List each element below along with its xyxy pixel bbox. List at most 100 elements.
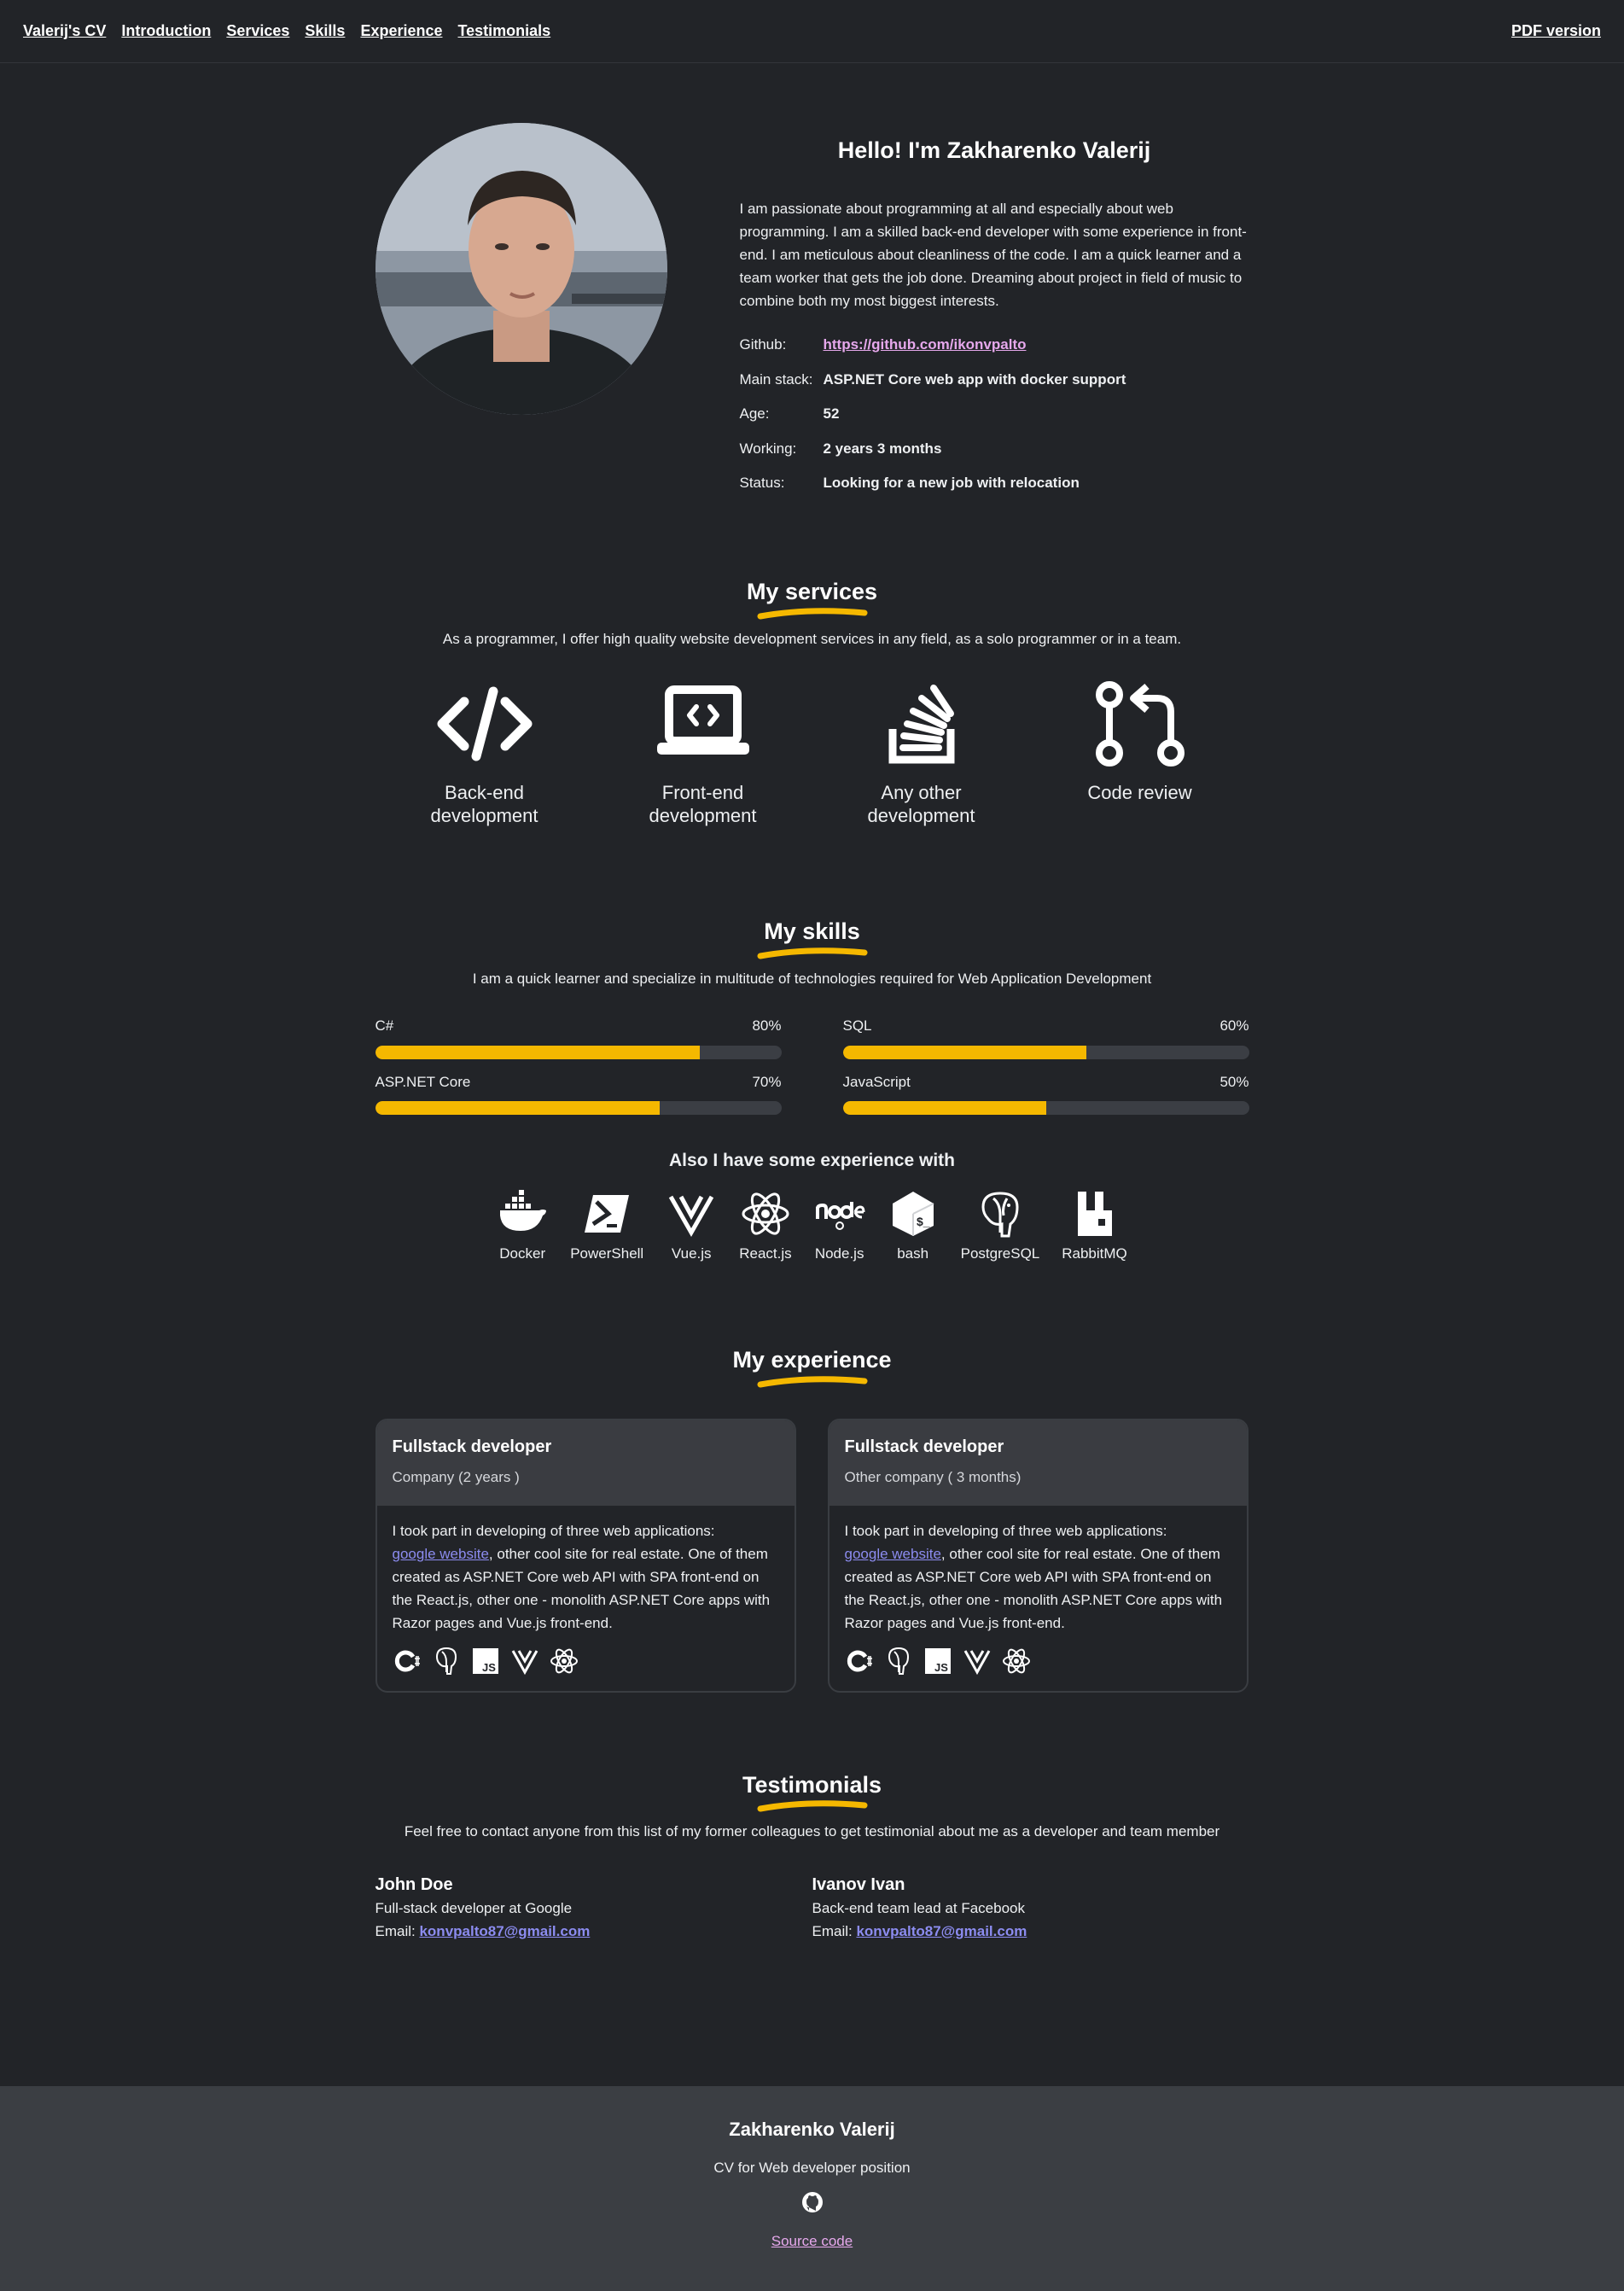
introduction-section: Hello! I'm Zakharenko Valerij I am passi… <box>375 63 1249 500</box>
service-label: Back-end development <box>430 782 538 826</box>
nav-link-testimonials[interactable]: Testimonials <box>458 20 551 43</box>
skill-sql: SQL 60% <box>842 1015 1249 1059</box>
source-code-link[interactable]: Source code <box>771 2233 853 2249</box>
person-role: Full-stack developer at Google <box>375 1899 573 1916</box>
tech-list: Docker PowerShell Vue.js React.js Node.j… <box>375 1189 1249 1265</box>
skill-name: JavaScript <box>842 1073 911 1090</box>
job-description: I took part in developing of three web a… <box>392 1522 771 1631</box>
services-subtitle: As a programmer, I offer high quality we… <box>442 630 1182 647</box>
skill-percent: 70% <box>752 1073 782 1090</box>
fact-status: Status: Looking for a new job with reloc… <box>740 466 1249 501</box>
skill-name: ASP.NET Core <box>375 1073 471 1090</box>
company-duration: Other company ( 3 months) <box>844 1468 1022 1485</box>
job-description: I took part in developing of three web a… <box>844 1522 1223 1631</box>
skill-bar <box>375 1101 782 1115</box>
vuejs-icon <box>963 1649 990 1675</box>
email-link[interactable]: konvpalto87@gmail.com <box>856 1923 1027 1939</box>
services-title: My services <box>746 579 878 604</box>
svg-text:$_: $_ <box>917 1215 930 1228</box>
nav-brand-link[interactable]: Valerij's CV <box>23 20 106 43</box>
skill-bars: C# 80% SQL 60% ASP.NET Core 70% JavaScript 5… <box>375 1015 1249 1115</box>
skill-percent: 80% <box>752 1017 782 1034</box>
rabbitmq-icon <box>1077 1191 1112 1236</box>
csharp-icon <box>847 1650 872 1671</box>
service-label: Any other development <box>867 782 975 826</box>
service-code-review: Code review <box>1031 679 1249 827</box>
experience-section: My experience Fullstack developer Compan… <box>375 1343 1249 1693</box>
tech-vuejs: Vue.js <box>666 1190 717 1265</box>
skill-bar-fill <box>375 1045 701 1059</box>
react-icon <box>742 1192 789 1235</box>
google-website-link[interactable]: google website <box>393 1546 489 1562</box>
skill-bar-fill <box>842 1101 1046 1115</box>
vuejs-icon <box>669 1195 714 1237</box>
skill-bar <box>842 1101 1249 1115</box>
git-pull-request-icon <box>1095 681 1185 767</box>
skill-bar <box>842 1045 1249 1059</box>
profile-photo <box>375 123 667 415</box>
card-body: I took part in developing of three web a… <box>377 1506 795 1691</box>
nav-link-services[interactable]: Services <box>226 20 289 43</box>
card-body: I took part in developing of three web a… <box>829 1506 1247 1691</box>
skill-javascript: JavaScript 50% <box>842 1071 1249 1115</box>
nav-link-introduction[interactable]: Introduction <box>121 20 211 43</box>
card-header: Fullstack developer Other company ( 3 mo… <box>829 1419 1247 1506</box>
skill-csharp: C# 80% <box>375 1015 782 1059</box>
footer: Zakharenko Valerij CV for Web developer … <box>0 2086 1624 2291</box>
card-header: Fullstack developer Company (2 years ) <box>376 1419 795 1506</box>
google-website-link[interactable]: google website <box>845 1546 941 1562</box>
intro-info: Hello! I'm Zakharenko Valerij I am passi… <box>740 123 1249 500</box>
tech-nodejs: Node.js <box>814 1190 865 1265</box>
pdf-version-link[interactable]: PDF version <box>1511 20 1601 43</box>
tech-label: Vue.js <box>671 1245 712 1262</box>
postgresql-icon <box>981 1191 1019 1237</box>
skill-bar-fill <box>842 1045 1087 1059</box>
person-email: Email: konvpalto87@gmail.com <box>812 1922 1027 1939</box>
experience-card: Fullstack developer Company (2 years ) I… <box>375 1418 796 1693</box>
tech-label: PostgreSQL <box>960 1245 1040 1262</box>
skill-bar-fill <box>375 1101 660 1115</box>
fact-label: Status: <box>739 475 785 491</box>
person-name: Ivanov Ivan <box>812 1874 905 1894</box>
powershell-icon <box>585 1194 630 1233</box>
top-nav: Valerij's CV Introduction Services Skill… <box>0 0 1624 63</box>
github-link[interactable]: https://github.com/ikonvpalto <box>824 336 1027 353</box>
react-icon <box>550 1648 578 1673</box>
services-list: Back-end development Front-end development… <box>375 679 1249 827</box>
footer-github[interactable] <box>0 2191 1624 2220</box>
service-frontend: Front-end development <box>594 679 812 827</box>
nav-links: Valerij's CV Introduction Services Skill… <box>23 20 550 43</box>
skill-percent: 60% <box>1219 1017 1249 1034</box>
fact-label: Working: <box>739 440 797 457</box>
fact-value: 2 years 3 months <box>823 440 942 457</box>
code-icon <box>437 686 532 761</box>
tech-label: RabbitMQ <box>1062 1245 1127 1262</box>
stack-overflow-icon <box>888 685 954 764</box>
tech-label: PowerShell <box>570 1245 644 1262</box>
skills-title: My skills <box>764 918 860 944</box>
experience-cards: Fullstack developer Company (2 years ) I… <box>375 1418 1249 1693</box>
csharp-icon <box>394 1650 420 1671</box>
javascript-icon: JS <box>924 1647 951 1674</box>
nav-link-experience[interactable]: Experience <box>360 20 442 43</box>
tech-bash: $_ bash <box>888 1190 939 1265</box>
github-icon[interactable] <box>801 2191 824 2213</box>
nav-link-skills[interactable]: Skills <box>305 20 345 43</box>
tech-label: Node.js <box>814 1245 864 1262</box>
tech-label: bash <box>897 1245 929 1262</box>
person-role: Back-end team lead at Facebook <box>812 1899 1025 1916</box>
fact-age: Age: 52 <box>740 397 1249 432</box>
person-name: John Doe <box>375 1874 453 1894</box>
skill-percent: 50% <box>1219 1073 1249 1090</box>
tech-rabbitmq: RabbitMQ <box>1062 1190 1127 1265</box>
fact-working: Working: 2 years 3 months <box>740 431 1249 466</box>
email-link[interactable]: konvpalto87@gmail.com <box>419 1923 590 1939</box>
service-other: Any other development <box>812 679 1031 827</box>
svg-text:JS: JS <box>482 1661 496 1674</box>
testimonial-person: John Doe Full-stack developer at Google … <box>375 1874 812 1943</box>
testimonials-subtitle: Feel free to contact anyone from this li… <box>404 1823 1220 1839</box>
testimonial-person: Ivanov Ivan Back-end team lead at Facebo… <box>812 1874 1249 1943</box>
testimonial-list: John Doe Full-stack developer at Google … <box>375 1874 1249 1943</box>
job-title: Fullstack developer <box>844 1437 1004 1456</box>
skill-name: C# <box>375 1017 394 1034</box>
